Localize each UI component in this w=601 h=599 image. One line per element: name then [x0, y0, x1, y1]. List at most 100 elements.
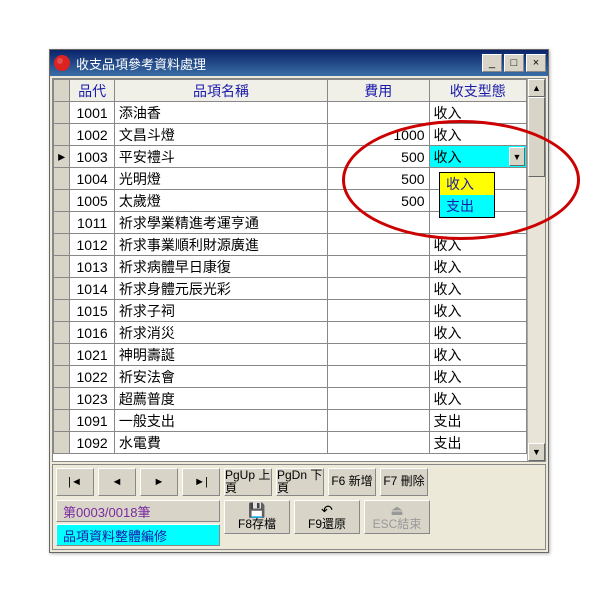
cell-id[interactable]: 1003: [70, 146, 115, 168]
cell-type[interactable]: 收入: [429, 102, 526, 124]
cell-id[interactable]: 1001: [70, 102, 115, 124]
cell-fee[interactable]: [328, 410, 429, 432]
row-selector[interactable]: [54, 366, 70, 388]
col-header-fee[interactable]: 費用: [328, 80, 429, 102]
cell-name[interactable]: 超薦普度: [114, 388, 327, 410]
cell-name[interactable]: 祈求病體早日康復: [114, 256, 327, 278]
cell-fee[interactable]: [328, 212, 429, 234]
cell-id[interactable]: 1023: [70, 388, 115, 410]
pgup-button[interactable]: PgUp 上頁: [224, 468, 272, 496]
f8-save-button[interactable]: 💾 F8存檔: [224, 500, 290, 534]
table-row[interactable]: ▸1003平安禮斗500收入▼: [54, 146, 527, 168]
table-row[interactable]: 1015祈求子祠收入: [54, 300, 527, 322]
dropdown-item[interactable]: 支出: [440, 195, 494, 217]
nav-first-button[interactable]: |◄: [56, 468, 94, 496]
cell-name[interactable]: 祈求消災: [114, 322, 327, 344]
cell-name[interactable]: 水電費: [114, 432, 327, 454]
table-row[interactable]: 1001添油香 收入: [54, 102, 527, 124]
table-row[interactable]: 1092水電費 支出: [54, 432, 527, 454]
cell-type[interactable]: 支出: [429, 410, 526, 432]
row-selector[interactable]: [54, 190, 70, 212]
cell-name[interactable]: 添油香: [114, 102, 327, 124]
type-dropdown[interactable]: 收入支出: [439, 172, 495, 218]
cell-id[interactable]: 1012: [70, 234, 115, 256]
minimize-button[interactable]: _: [482, 54, 502, 72]
cell-fee[interactable]: 500: [328, 146, 429, 168]
col-header-id[interactable]: 品代: [70, 80, 115, 102]
row-selector[interactable]: [54, 168, 70, 190]
cell-fee[interactable]: [328, 366, 429, 388]
cell-type[interactable]: 收入: [429, 344, 526, 366]
cell-fee[interactable]: 1000: [328, 124, 429, 146]
row-selector[interactable]: [54, 388, 70, 410]
cell-fee[interactable]: [328, 344, 429, 366]
cell-id[interactable]: 1022: [70, 366, 115, 388]
data-grid[interactable]: 品代 品項名稱 費用 收支型態 1001添油香收入1002文昌斗燈1000收入▸…: [52, 78, 546, 462]
row-selector[interactable]: [54, 234, 70, 256]
cell-name[interactable]: 神明壽誕: [114, 344, 327, 366]
cell-id[interactable]: 1002: [70, 124, 115, 146]
vertical-scrollbar[interactable]: ▲ ▼: [527, 79, 545, 461]
pgdn-button[interactable]: PgDn 下頁: [276, 468, 324, 496]
row-selector[interactable]: [54, 322, 70, 344]
cell-name[interactable]: 平安禮斗: [114, 146, 327, 168]
col-header-name[interactable]: 品項名稱: [114, 80, 327, 102]
table-row[interactable]: 1022祈安法會 收入: [54, 366, 527, 388]
cell-type[interactable]: 收入: [429, 388, 526, 410]
cell-name[interactable]: 文昌斗燈: [114, 124, 327, 146]
cell-id[interactable]: 1092: [70, 432, 115, 454]
table-row[interactable]: 1012祈求事業順利財源廣進收入: [54, 234, 527, 256]
row-selector[interactable]: [54, 124, 70, 146]
cell-name[interactable]: 光明燈: [114, 168, 327, 190]
cell-id[interactable]: 1016: [70, 322, 115, 344]
cell-id[interactable]: 1021: [70, 344, 115, 366]
table-row[interactable]: 1002文昌斗燈1000收入: [54, 124, 527, 146]
table-row[interactable]: 1091一般支出 支出: [54, 410, 527, 432]
scroll-track[interactable]: [528, 97, 545, 443]
cell-type[interactable]: 收入: [429, 278, 526, 300]
cell-fee[interactable]: [328, 102, 429, 124]
nav-last-button[interactable]: ►|: [182, 468, 220, 496]
cell-type[interactable]: 收入: [429, 124, 526, 146]
cell-name[interactable]: 祈求身體元辰光彩: [114, 278, 327, 300]
cell-fee[interactable]: [328, 278, 429, 300]
row-selector[interactable]: [54, 432, 70, 454]
cell-name[interactable]: 一般支出: [114, 410, 327, 432]
table-row[interactable]: 1023超薦普度 收入: [54, 388, 527, 410]
cell-name[interactable]: 祈求子祠: [114, 300, 327, 322]
esc-exit-button[interactable]: ⏏ ESC結束: [364, 500, 430, 534]
dropdown-item[interactable]: 收入: [440, 173, 494, 195]
col-header-type[interactable]: 收支型態: [429, 80, 526, 102]
cell-type[interactable]: 收入: [429, 322, 526, 344]
cell-fee[interactable]: [328, 388, 429, 410]
cell-fee[interactable]: 500: [328, 190, 429, 212]
row-selector[interactable]: [54, 102, 70, 124]
cell-type[interactable]: 收入▼: [429, 146, 526, 168]
cell-id[interactable]: 1013: [70, 256, 115, 278]
cell-name[interactable]: 祈安法會: [114, 366, 327, 388]
maximize-button[interactable]: □: [504, 54, 524, 72]
table-row[interactable]: 1021神明壽誕 收入: [54, 344, 527, 366]
cell-type[interactable]: 收入: [429, 366, 526, 388]
close-button[interactable]: ×: [526, 54, 546, 72]
cell-id[interactable]: 1091: [70, 410, 115, 432]
cell-name[interactable]: 祈求事業順利財源廣進: [114, 234, 327, 256]
row-selector[interactable]: [54, 344, 70, 366]
table-row[interactable]: 1016祈求消災 收入: [54, 322, 527, 344]
row-selector[interactable]: [54, 300, 70, 322]
row-selector[interactable]: [54, 278, 70, 300]
row-selector[interactable]: ▸: [54, 146, 70, 168]
f9-undo-button[interactable]: ↶ F9還原: [294, 500, 360, 534]
cell-fee[interactable]: [328, 234, 429, 256]
scroll-down-button[interactable]: ▼: [528, 443, 545, 461]
cell-fee[interactable]: [328, 300, 429, 322]
cell-type[interactable]: 收入: [429, 300, 526, 322]
table-row[interactable]: 1013祈求病體早日康復 收入: [54, 256, 527, 278]
f7-delete-button[interactable]: F7 刪除: [380, 468, 428, 496]
row-selector[interactable]: [54, 256, 70, 278]
row-selector[interactable]: [54, 212, 70, 234]
cell-id[interactable]: 1004: [70, 168, 115, 190]
cell-type[interactable]: 收入: [429, 256, 526, 278]
cell-type[interactable]: 支出: [429, 432, 526, 454]
chevron-down-icon[interactable]: ▼: [509, 147, 525, 166]
